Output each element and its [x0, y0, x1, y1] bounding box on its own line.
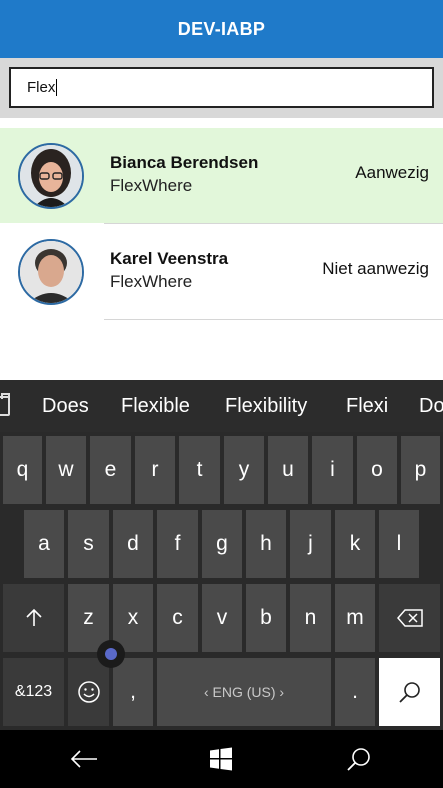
key-c[interactable]: c: [157, 584, 198, 652]
key-u[interactable]: u: [268, 436, 308, 504]
space-right-chevron-icon: ›: [275, 684, 285, 700]
key-w[interactable]: w: [46, 436, 86, 504]
cursor-handle-dot: [105, 648, 117, 660]
key-d[interactable]: d: [113, 510, 153, 578]
list-item[interactable]: Bianca Berendsen FlexWhere Aanwezig: [0, 128, 443, 223]
key-l[interactable]: l: [379, 510, 419, 578]
search-input-value: Flex: [27, 79, 56, 96]
key-j[interactable]: j: [290, 510, 331, 578]
suggestion-item[interactable]: Flexi: [346, 395, 388, 418]
search-bar: Flex: [0, 58, 443, 118]
windows-start-icon[interactable]: [205, 744, 237, 774]
key-s[interactable]: s: [68, 510, 109, 578]
suggestion-item[interactable]: Flexibility: [225, 395, 307, 418]
on-screen-keyboard: Does Flexible Flexibility Flexi Do q w e…: [0, 380, 443, 730]
shift-arrow-icon: [25, 608, 42, 626]
row-divider: [104, 319, 443, 320]
text-caret: [56, 79, 58, 96]
key-i[interactable]: i: [312, 436, 353, 504]
space-key[interactable]: ‹ ENG (US) ›: [157, 658, 331, 726]
search-icon[interactable]: [343, 744, 375, 774]
backspace-icon: [396, 609, 423, 627]
backspace-key[interactable]: [379, 584, 440, 652]
person-name: Bianca Berendsen: [110, 153, 259, 172]
clipboard-icon[interactable]: [0, 393, 10, 416]
avatar: [18, 239, 84, 305]
key-q[interactable]: q: [3, 436, 42, 504]
list-item[interactable]: Karel Veenstra FlexWhere Niet aanwezig: [0, 224, 443, 319]
key-k[interactable]: k: [335, 510, 375, 578]
person-company: FlexWhere: [110, 272, 193, 291]
key-r[interactable]: r: [135, 436, 175, 504]
keyboard-language-label: ENG (US): [212, 684, 276, 700]
key-t[interactable]: t: [179, 436, 220, 504]
search-key[interactable]: [379, 658, 440, 726]
suggestion-bar: Does Flexible Flexibility Flexi Do: [0, 380, 443, 432]
period-key[interactable]: .: [335, 658, 375, 726]
shift-key[interactable]: [3, 584, 64, 652]
suggestion-item[interactable]: Does: [42, 395, 89, 418]
symbols-key-label: &123: [14, 683, 53, 700]
person-name: Karel Veenstra: [110, 249, 229, 268]
comma-key[interactable]: ,: [113, 658, 153, 726]
key-g[interactable]: g: [202, 510, 242, 578]
search-icon: [398, 682, 420, 703]
emoji-key[interactable]: [68, 658, 109, 726]
back-arrow-icon[interactable]: [68, 744, 100, 774]
key-h[interactable]: h: [246, 510, 286, 578]
key-v[interactable]: v: [202, 584, 242, 652]
key-o[interactable]: o: [357, 436, 397, 504]
presence-status: Niet aanwezig: [322, 259, 429, 278]
emoji-smile-icon: [77, 681, 100, 703]
key-a[interactable]: a: [24, 510, 64, 578]
suggestion-item[interactable]: Do: [419, 395, 443, 418]
search-input[interactable]: Flex: [9, 67, 434, 108]
avatar: [18, 143, 84, 209]
cursor-drag-handle[interactable]: [97, 640, 125, 668]
key-y[interactable]: y: [224, 436, 264, 504]
app-header: DEV-IABP: [0, 0, 443, 58]
key-m[interactable]: m: [335, 584, 375, 652]
suggestion-item[interactable]: Flexible: [121, 395, 190, 418]
person-company: FlexWhere: [110, 176, 193, 195]
key-e[interactable]: e: [90, 436, 131, 504]
presence-status: Aanwezig: [355, 163, 429, 182]
space-left-chevron-icon: ‹: [203, 684, 213, 700]
key-b[interactable]: b: [246, 584, 286, 652]
symbols-key[interactable]: &123: [3, 658, 64, 726]
key-f[interactable]: f: [157, 510, 198, 578]
app-title: DEV-IABP: [177, 18, 266, 39]
key-p[interactable]: p: [401, 436, 440, 504]
key-n[interactable]: n: [290, 584, 331, 652]
system-nav-bar: [0, 730, 443, 788]
